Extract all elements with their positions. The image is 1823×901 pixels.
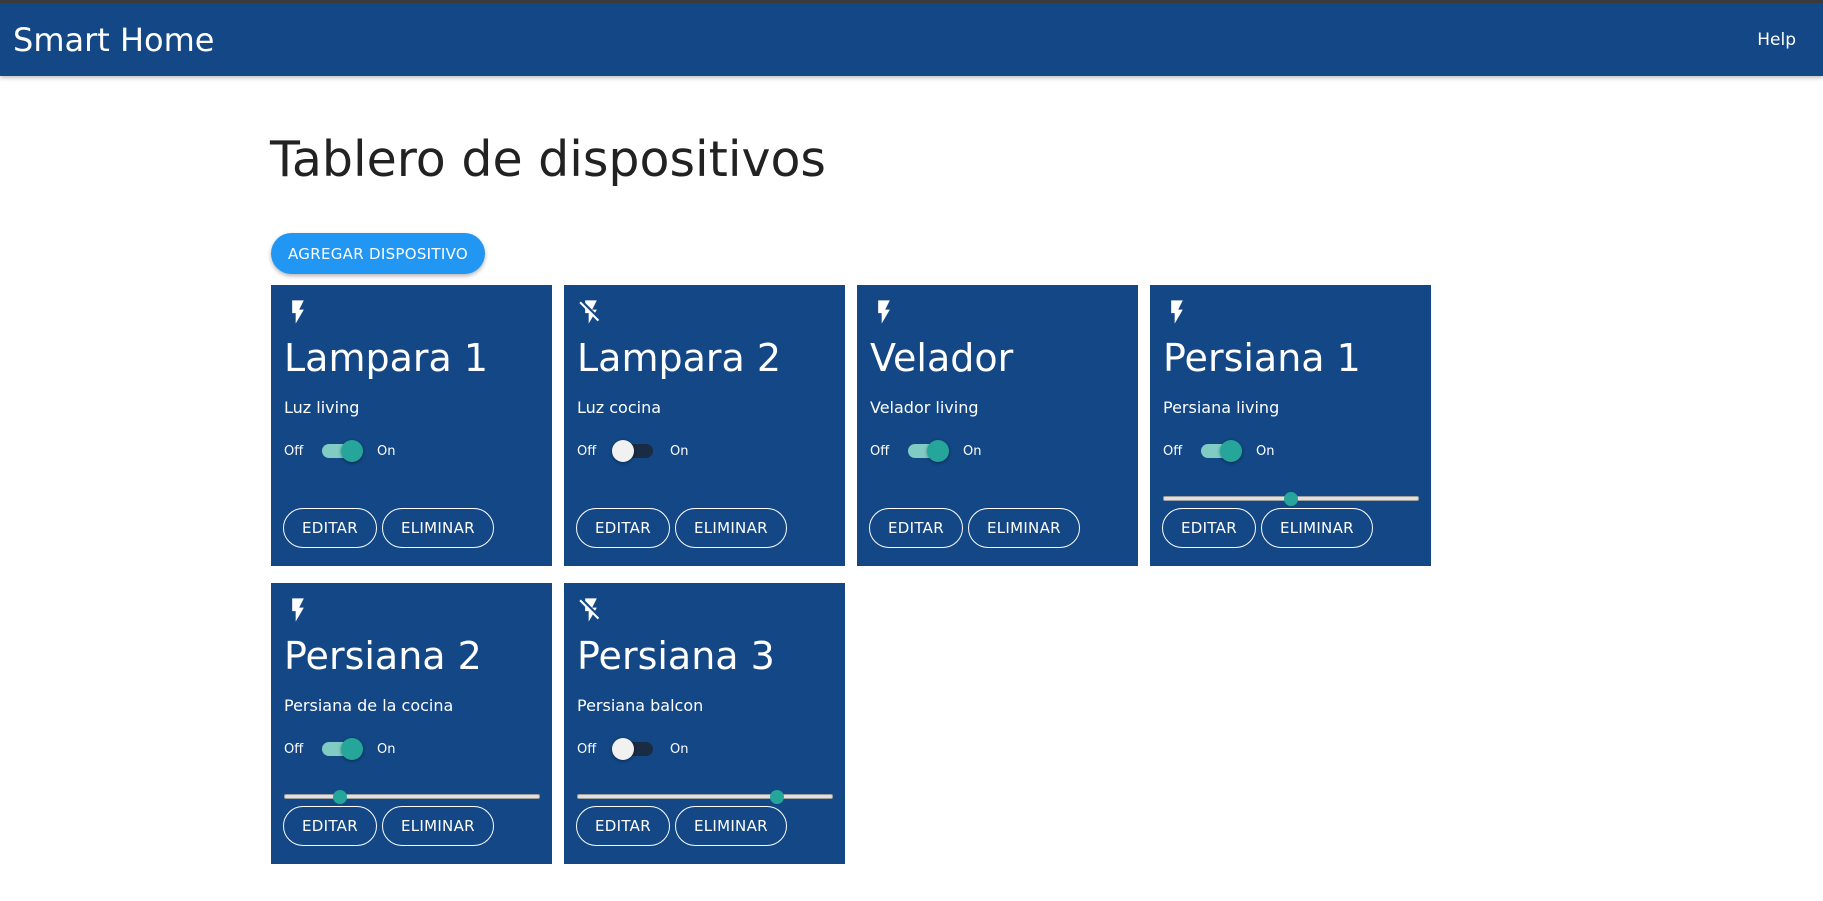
power-toggle-row: Off On <box>284 738 395 760</box>
switch-thumb <box>612 738 634 760</box>
device-description: Persiana living <box>1163 398 1280 417</box>
page-title: Tablero de dispositivos <box>270 131 826 188</box>
edit-button[interactable]: EDITAR <box>869 508 963 548</box>
power-switch[interactable] <box>320 440 363 462</box>
power-switch[interactable] <box>320 738 363 760</box>
switch-thumb <box>1220 440 1242 462</box>
edit-button[interactable]: EDITAR <box>576 508 670 548</box>
switch-thumb <box>927 440 949 462</box>
toggle-off-label: Off <box>284 741 304 757</box>
edit-button[interactable]: EDITAR <box>1162 508 1256 548</box>
power-toggle-row: Off On <box>1163 440 1274 462</box>
toggle-off-label: Off <box>577 741 597 757</box>
delete-button[interactable]: ELIMINAR <box>674 806 787 846</box>
power-switch[interactable] <box>612 440 655 462</box>
device-description: Luz living <box>284 398 360 417</box>
app-title: Smart Home <box>13 21 215 59</box>
card-actions: EDITAR ELIMINAR <box>283 806 494 846</box>
level-slider[interactable] <box>1163 492 1419 506</box>
help-link[interactable]: Help <box>1757 29 1796 51</box>
toggle-on-label: On <box>963 443 982 459</box>
slider-rail <box>284 794 540 799</box>
switch-thumb <box>341 440 363 462</box>
toggle-off-label: Off <box>870 443 890 459</box>
delete-button[interactable]: ELIMINAR <box>1260 508 1373 548</box>
toggle-off-label: Off <box>284 443 304 459</box>
flash-on-icon <box>284 595 312 625</box>
flash-on-icon <box>1163 297 1191 327</box>
add-device-button[interactable]: AGREGAR DISPOSITIVO <box>271 233 485 274</box>
card-actions: EDITAR ELIMINAR <box>1162 508 1373 548</box>
device-card: Persiana 2 Persiana de la cocina Off On EDIT… <box>271 583 552 864</box>
device-description: Persiana balcon <box>577 696 704 715</box>
device-description: Persiana de la cocina <box>284 696 454 715</box>
device-description: Luz cocina <box>577 398 662 417</box>
edit-button[interactable]: EDITAR <box>283 508 377 548</box>
card-actions: EDITAR ELIMINAR <box>576 806 787 846</box>
toggle-on-label: On <box>670 443 689 459</box>
device-card: Velador Velador living Off On EDITAR ELIMINAR <box>857 285 1138 566</box>
toggle-off-label: Off <box>1163 443 1183 459</box>
power-toggle-row: Off On <box>577 440 688 462</box>
level-slider[interactable] <box>284 790 540 804</box>
power-toggle-row: Off On <box>284 440 395 462</box>
flash-on-icon <box>284 297 312 327</box>
power-toggle-row: Off On <box>577 738 688 760</box>
device-name: Lampara 1 <box>284 336 489 380</box>
flash-off-icon <box>577 297 605 327</box>
device-card: Lampara 1 Luz living Off On EDITAR ELIMINAR <box>271 285 552 566</box>
device-card: Persiana 1 Persiana living Off On EDITAR ELIM… <box>1150 285 1431 566</box>
toggle-on-label: On <box>377 443 396 459</box>
delete-button[interactable]: ELIMINAR <box>381 508 494 548</box>
delete-button[interactable]: ELIMINAR <box>674 508 787 548</box>
slider-knob[interactable] <box>769 790 784 804</box>
switch-thumb <box>612 440 634 462</box>
device-name: Lampara 2 <box>577 336 782 380</box>
device-card: Lampara 2 Luz cocina Off On EDITAR ELIMINAR <box>564 285 845 566</box>
level-slider[interactable] <box>577 790 833 804</box>
power-switch[interactable] <box>612 738 655 760</box>
device-name: Persiana 2 <box>284 634 482 678</box>
device-name: Persiana 1 <box>1163 336 1361 380</box>
power-switch[interactable] <box>1199 440 1242 462</box>
power-toggle-row: Off On <box>870 440 981 462</box>
card-actions: EDITAR ELIMINAR <box>869 508 1080 548</box>
card-actions: EDITAR ELIMINAR <box>576 508 787 548</box>
device-name: Persiana 3 <box>577 634 775 678</box>
toggle-off-label: Off <box>577 443 597 459</box>
flash-off-icon <box>577 595 605 625</box>
delete-button[interactable]: ELIMINAR <box>381 806 494 846</box>
device-grid: Lampara 1 Luz living Off On EDITAR ELIMINAR La… <box>271 285 1431 864</box>
device-card: Persiana 3 Persiana balcon Off On EDITAR ELIM… <box>564 583 845 864</box>
device-description: Velador living <box>870 398 979 417</box>
flash-on-icon <box>870 297 898 327</box>
app-bar: Smart Home Help <box>0 0 1823 76</box>
toggle-on-label: On <box>670 741 689 757</box>
power-switch[interactable] <box>906 440 949 462</box>
toggle-on-label: On <box>377 741 396 757</box>
edit-button[interactable]: EDITAR <box>283 806 377 846</box>
slider-knob[interactable] <box>333 790 348 804</box>
card-actions: EDITAR ELIMINAR <box>283 508 494 548</box>
edit-button[interactable]: EDITAR <box>576 806 670 846</box>
toggle-on-label: On <box>1256 443 1275 459</box>
slider-rail <box>577 794 833 799</box>
delete-button[interactable]: ELIMINAR <box>967 508 1080 548</box>
switch-thumb <box>341 738 363 760</box>
slider-knob[interactable] <box>1284 492 1298 506</box>
device-name: Velador <box>870 336 1014 380</box>
